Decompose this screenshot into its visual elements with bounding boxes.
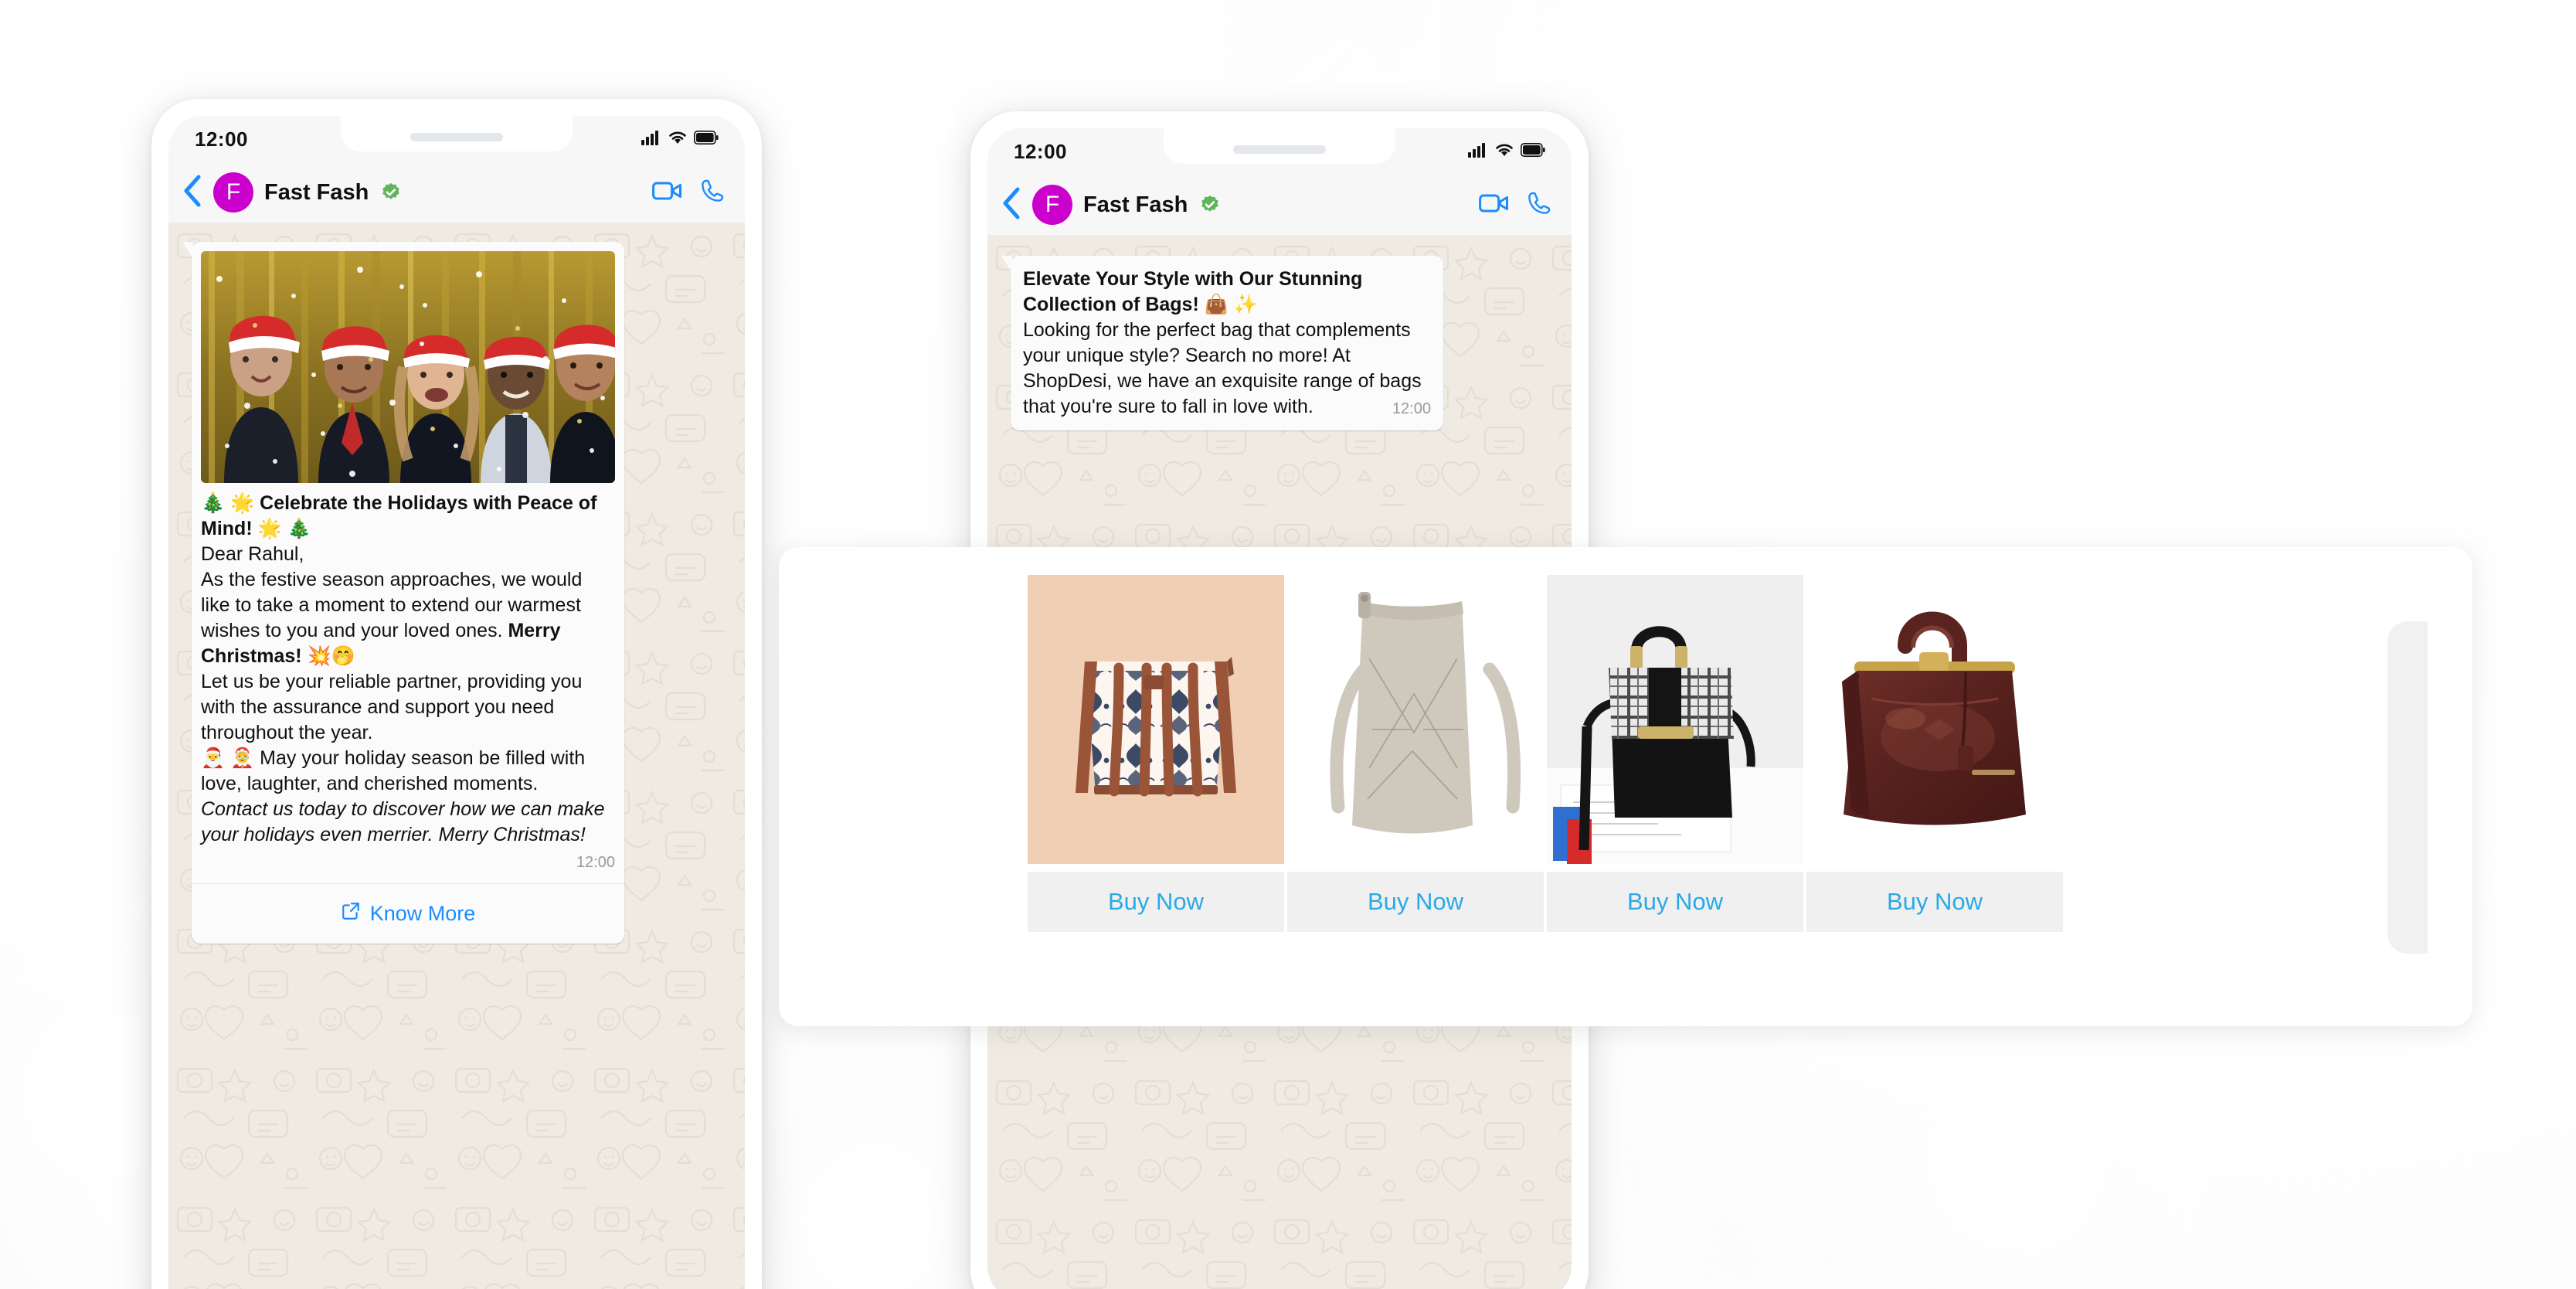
buy-now-label: Buy Now bbox=[1367, 888, 1464, 915]
header-actions bbox=[652, 179, 725, 207]
status-bar-icons bbox=[1468, 142, 1545, 162]
contact-name[interactable]: Fast Fash bbox=[1083, 192, 1188, 218]
message-paragraph-4: Contact us today to discover how we can … bbox=[201, 798, 605, 845]
buy-now-label: Buy Now bbox=[1107, 888, 1205, 915]
status-bar-icons bbox=[641, 130, 719, 149]
brown-leather-doctor-bag bbox=[1806, 575, 2063, 864]
phone-icon[interactable] bbox=[1527, 191, 1551, 219]
back-chevron-icon[interactable] bbox=[1001, 187, 1021, 223]
message-list-left: 🎄 🌟 Celebrate the Holidays with Peace of… bbox=[168, 223, 745, 944]
chat-header-right: F Fast Fash bbox=[987, 175, 1572, 236]
signal-icon bbox=[641, 130, 661, 149]
buy-now-label: Buy Now bbox=[1626, 888, 1724, 915]
bokeh-dot bbox=[2140, 332, 2287, 510]
verified-badge-icon bbox=[381, 182, 401, 202]
battery-icon bbox=[1521, 142, 1545, 161]
signal-icon bbox=[1468, 142, 1488, 162]
bokeh-dot bbox=[46, 0, 170, 131]
phone-mockup-left: 12:00 F Fast Fash 🎄 🌟 Celebrate the Holi… bbox=[151, 99, 762, 1289]
back-chevron-icon[interactable] bbox=[182, 175, 202, 211]
video-camera-icon[interactable] bbox=[652, 179, 683, 206]
header-actions bbox=[1479, 191, 1551, 219]
message-paragraph-2: Let us be your reliable partner, providi… bbox=[201, 671, 583, 743]
message-timestamp: 12:00 bbox=[1392, 400, 1431, 417]
video-camera-icon[interactable] bbox=[1479, 192, 1510, 219]
phone-notch bbox=[341, 116, 573, 151]
message-heading: 🎄 🌟 Celebrate the Holidays with Peace of… bbox=[201, 492, 597, 539]
product-card[interactable]: Buy Now bbox=[1287, 575, 1544, 932]
verified-badge-icon bbox=[1200, 195, 1220, 215]
buy-now-button[interactable]: Buy Now bbox=[1287, 872, 1544, 932]
bokeh-dot bbox=[1762, 355, 1916, 525]
carousel-track[interactable]: Buy Now Buy Now Buy Now Buy Now bbox=[1028, 575, 2066, 932]
avatar-letter: F bbox=[226, 179, 241, 205]
status-bar-right: 12:00 bbox=[987, 128, 1572, 175]
bubble-content: Elevate Your Style with Our Stunning Col… bbox=[1011, 256, 1443, 430]
status-bar-time: 12:00 bbox=[195, 127, 248, 151]
bubble-tail bbox=[1001, 256, 1012, 273]
avatar-letter: F bbox=[1045, 192, 1060, 217]
wifi-icon bbox=[1495, 142, 1514, 162]
message-heading: Elevate Your Style with Our Stunning Col… bbox=[1023, 268, 1363, 315]
chat-header-left: F Fast Fash bbox=[168, 162, 745, 223]
carousel-next-card-peek[interactable] bbox=[2387, 621, 2428, 954]
message-paragraph-1-emoji: 💥🤭 bbox=[301, 645, 355, 667]
wifi-icon bbox=[668, 130, 687, 149]
speaker-bar bbox=[410, 133, 503, 141]
product-carousel-panel: Buy Now Buy Now Buy Now Buy Now bbox=[779, 547, 2472, 1026]
message-list-right: Elevate Your Style with Our Stunning Col… bbox=[987, 236, 1572, 430]
status-bar-left: 12:00 bbox=[168, 116, 745, 162]
chat-body-left: 🎄 🌟 Celebrate the Holidays with Peace of… bbox=[168, 223, 745, 1289]
phone-icon[interactable] bbox=[700, 179, 725, 207]
bokeh-dot bbox=[1932, 1066, 2102, 1252]
contact-name[interactable]: Fast Fash bbox=[264, 180, 369, 206]
buy-now-button[interactable]: Buy Now bbox=[1547, 872, 1803, 932]
bokeh-dot bbox=[1916, 46, 2032, 185]
message-bubble-right: Elevate Your Style with Our Stunning Col… bbox=[1001, 256, 1443, 430]
product-card[interactable]: Buy Now bbox=[1806, 575, 2063, 932]
message-body-right: Elevate Your Style with Our Stunning Col… bbox=[1023, 267, 1431, 420]
beige-crossbody-bag bbox=[1287, 575, 1544, 864]
battery-icon bbox=[694, 130, 719, 148]
message-body-text: Looking for the perfect bag that complem… bbox=[1023, 319, 1422, 417]
message-salutation: Dear Rahul, bbox=[201, 543, 304, 565]
know-more-label: Know More bbox=[369, 902, 476, 926]
external-link-icon bbox=[341, 901, 361, 927]
bokeh-dot bbox=[804, 1144, 943, 1289]
avatar[interactable]: F bbox=[213, 172, 253, 213]
printed-tote-bag bbox=[1028, 575, 1284, 864]
buy-now-button[interactable]: Buy Now bbox=[1806, 872, 2063, 932]
speaker-bar bbox=[1233, 145, 1326, 154]
phone-notch bbox=[1164, 128, 1395, 164]
plaid-black-backpack bbox=[1547, 575, 1803, 864]
buy-now-button[interactable]: Buy Now bbox=[1028, 872, 1284, 932]
product-card[interactable]: Buy Now bbox=[1028, 575, 1284, 932]
message-timestamp: 12:00 bbox=[576, 854, 615, 871]
message-bubble-left: 🎄 🌟 Celebrate the Holidays with Peace of… bbox=[182, 242, 624, 944]
christmas-party-photo bbox=[201, 251, 615, 483]
phone-screen-left: 12:00 F Fast Fash 🎄 🌟 Celebrate the Holi… bbox=[168, 116, 745, 1289]
message-paragraph-3: 🎅 🤶 May your holiday season be filled wi… bbox=[201, 747, 586, 794]
bubble-content: 🎄 🌟 Celebrate the Holidays with Peace of… bbox=[192, 242, 624, 883]
buy-now-label: Buy Now bbox=[1886, 888, 1983, 915]
message-body-left: 🎄 🌟 Celebrate the Holidays with Peace of… bbox=[201, 491, 615, 872]
avatar[interactable]: F bbox=[1032, 185, 1072, 225]
product-card[interactable]: Buy Now bbox=[1547, 575, 1803, 932]
know-more-button[interactable]: Know More bbox=[192, 884, 624, 944]
status-bar-time: 12:00 bbox=[1014, 139, 1067, 163]
bokeh-dot bbox=[1653, 0, 1793, 155]
